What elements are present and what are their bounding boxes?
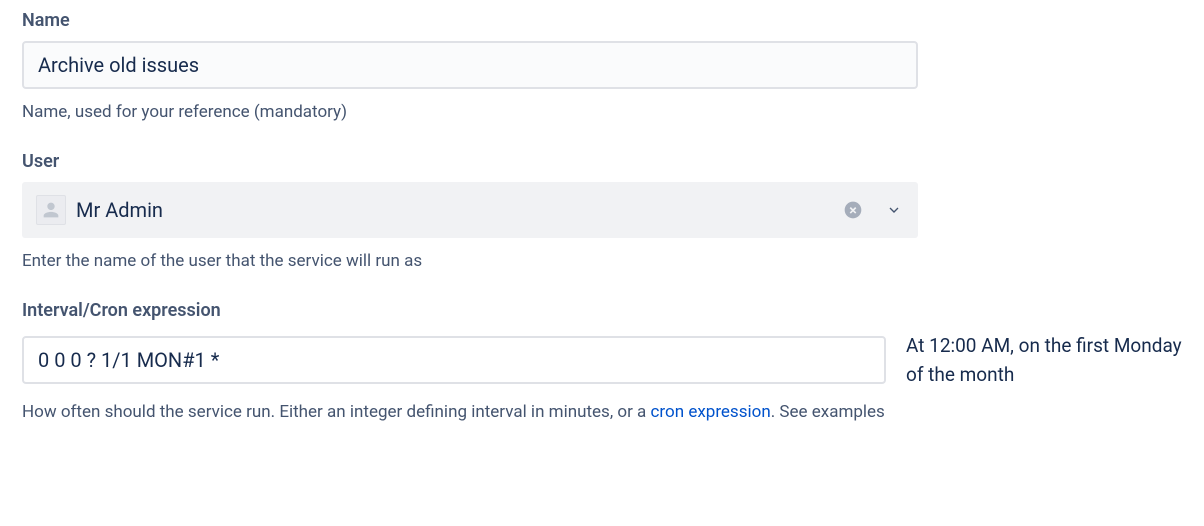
clear-icon[interactable]	[842, 199, 864, 221]
cron-input[interactable]	[22, 336, 886, 384]
cron-row: At 12:00 AM, on the first Monday of the …	[22, 331, 1182, 390]
cron-help-suffix: . See examples	[771, 402, 885, 422]
cron-label: Interval/Cron expression	[22, 300, 1182, 321]
cron-expression-link[interactable]: cron expression	[651, 402, 771, 422]
cron-help-prefix: How often should the service run. Either…	[22, 402, 651, 422]
avatar	[36, 195, 66, 225]
user-help-text: Enter the name of the user that the serv…	[22, 250, 1182, 274]
name-label: Name	[22, 10, 1182, 31]
user-select[interactable]: Mr Admin	[22, 182, 918, 238]
cron-help-text: How often should the service run. Either…	[22, 401, 1182, 425]
cron-field-group: Interval/Cron expression At 12:00 AM, on…	[22, 300, 1182, 426]
user-field-group: User Mr Admin Enter the name of the user…	[22, 151, 1182, 274]
name-field-group: Name Name, used for your reference (mand…	[22, 10, 1182, 125]
person-icon	[40, 199, 62, 221]
name-help-text: Name, used for your reference (mandatory…	[22, 101, 1182, 125]
user-label: User	[22, 151, 1182, 172]
user-name: Mr Admin	[76, 198, 842, 222]
cron-description: At 12:00 AM, on the first Monday of the …	[906, 331, 1182, 390]
name-input[interactable]	[22, 41, 918, 89]
chevron-down-icon[interactable]	[884, 200, 904, 220]
